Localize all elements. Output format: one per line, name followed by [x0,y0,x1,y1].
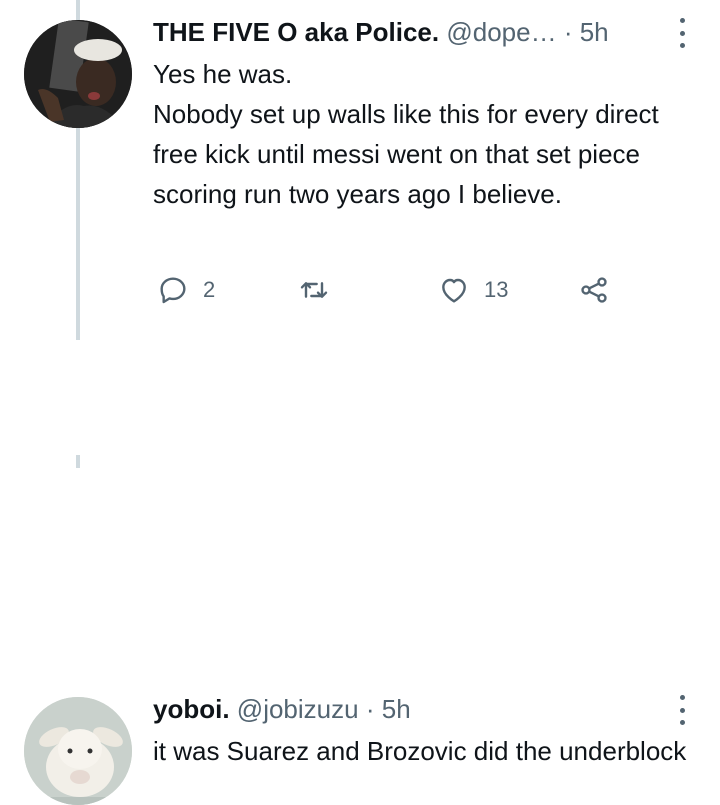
reply-count: 2 [203,277,216,302]
avatar-person-icon [24,20,132,128]
avatar[interactable] [24,20,132,128]
more-icon[interactable] [672,18,692,48]
timestamp[interactable]: 5h [382,694,411,724]
tweet[interactable]: yoboi. @jobizuzu · 5h it was Suarez and … [0,345,720,805]
retweet-button[interactable] [298,270,344,310]
like-button[interactable]: 13 [438,270,508,310]
avatar-goat-icon [24,697,132,805]
user-handle[interactable]: @dope… [446,17,556,47]
display-name[interactable]: yoboi. [153,694,230,724]
avatar[interactable] [24,697,132,805]
reply-icon [160,277,186,304]
timestamp[interactable]: 5h [580,17,609,47]
separator-dot: · [365,694,375,724]
display-name[interactable]: THE FIVE O aka Police. [153,17,439,47]
tweet[interactable]: THE FIVE O aka Police. @dope… · 5h Yes h… [0,0,720,345]
user-handle[interactable]: @jobizuzu [237,694,359,724]
retweet-icon [300,282,328,298]
tweet-text: Yes he was. Nobody set up walls like thi… [153,59,659,209]
tweet-actions: 2 13 [0,270,720,310]
share-button[interactable] [578,270,610,310]
separator-dot: · [563,17,573,47]
like-icon [442,278,466,303]
like-count: 13 [484,277,509,302]
share-icon [581,277,607,303]
tweet-header: THE FIVE O aka Police. @dope… · 5h [153,16,609,48]
reply-button[interactable]: 2 [157,270,215,310]
tweet-text: it was Suarez and Brozovic did the under… [153,736,687,766]
more-icon[interactable] [672,695,692,725]
tweet-header: yoboi. @jobizuzu · 5h [153,693,411,725]
